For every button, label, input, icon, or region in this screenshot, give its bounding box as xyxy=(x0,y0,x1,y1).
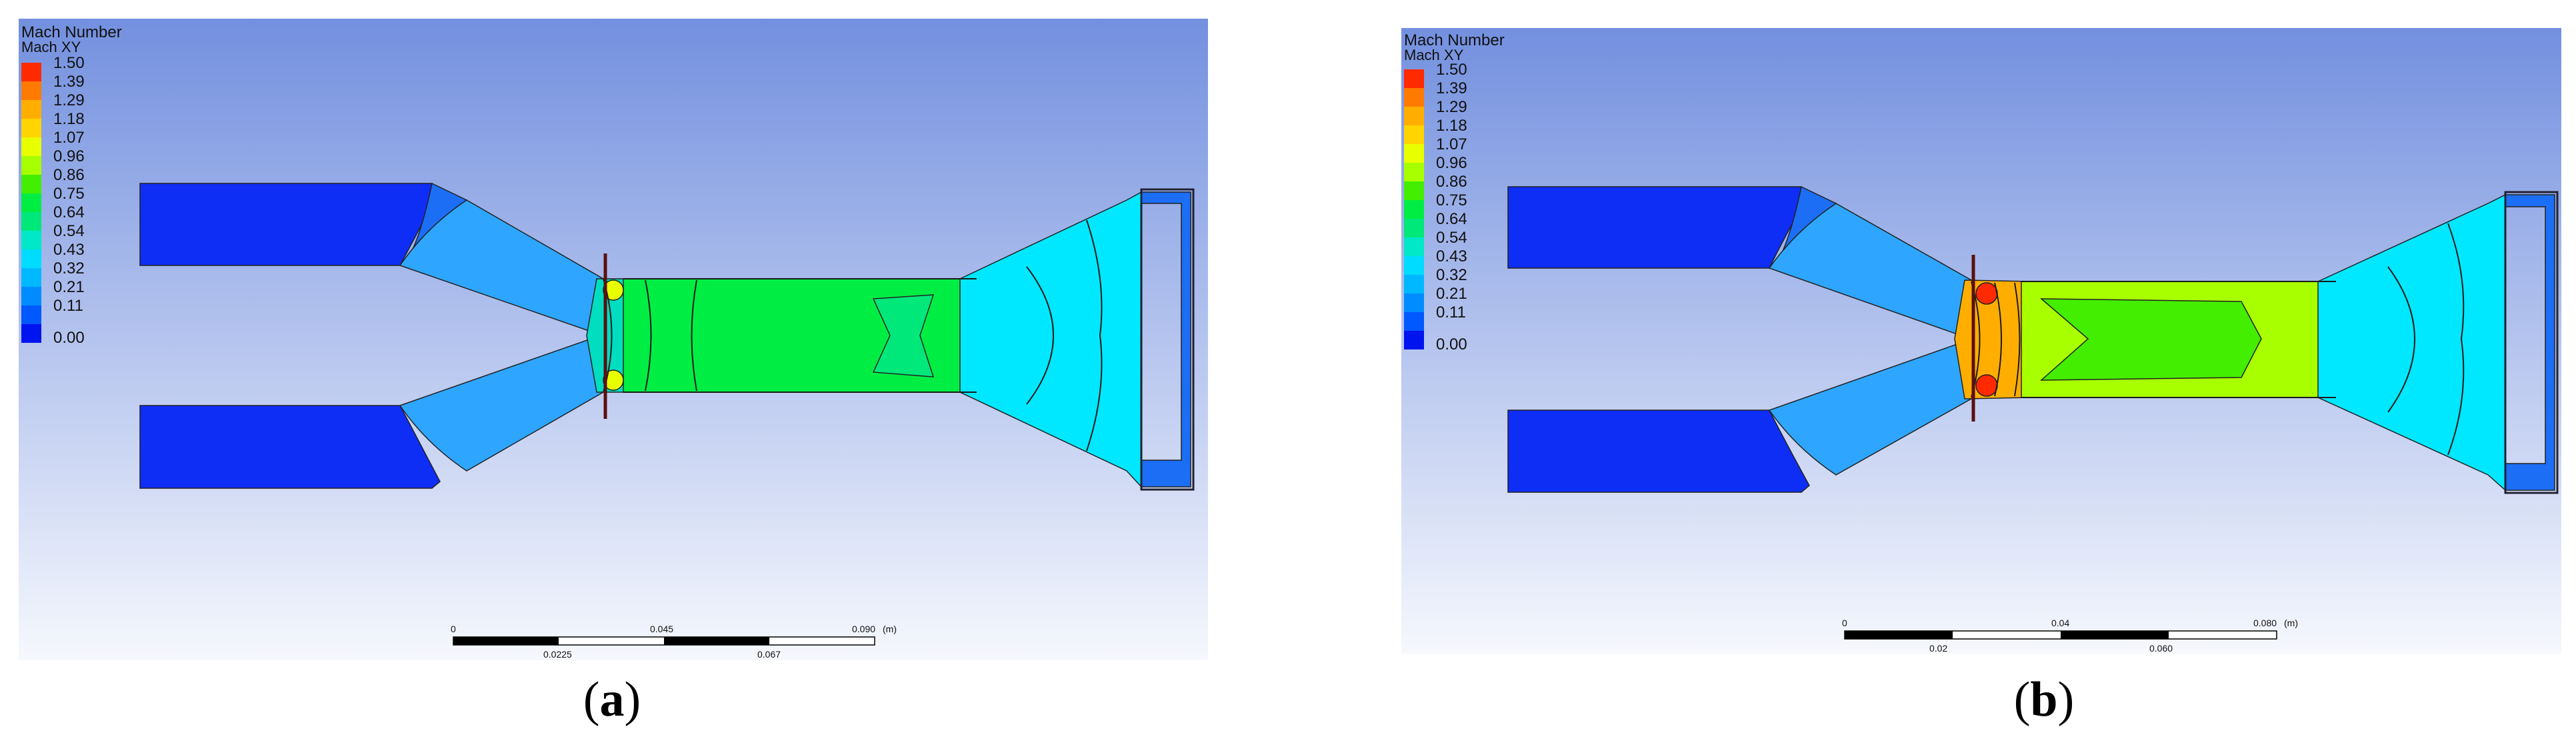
panel-caption-b: (b) xyxy=(2013,672,2075,727)
legend-swatch xyxy=(1404,107,1424,125)
legend-value-label: 1.50 xyxy=(1436,61,1467,79)
legend-swatch xyxy=(1404,125,1424,144)
legend-value-label: 0.54 xyxy=(53,222,85,240)
legend-swatch xyxy=(1404,237,1424,256)
legend-colorbar xyxy=(1404,69,1424,349)
legend-swatch xyxy=(21,287,41,305)
legend-swatch xyxy=(21,193,41,212)
legend-value-label: 0.64 xyxy=(1436,210,1467,228)
legend-swatch xyxy=(21,156,41,175)
scale-unit: (m) xyxy=(883,624,897,634)
panel-caption-a: (a) xyxy=(583,672,641,727)
legend-value-label: 1.39 xyxy=(53,73,85,91)
scale-label-top-0: 0 xyxy=(451,624,456,634)
legend-value-label: 0.32 xyxy=(1436,266,1467,284)
legend-value-label: 0.96 xyxy=(1436,154,1467,172)
legend-value-label: 0.21 xyxy=(1436,285,1467,303)
scale-unit: (m) xyxy=(2284,618,2298,628)
contour-plot-a: Mach Number Mach XY 1.501.391.291.181.07… xyxy=(19,19,1208,660)
legend-swatch xyxy=(21,212,41,231)
legend-value-label: 0.75 xyxy=(1436,191,1467,209)
scale-label-top-2: 0.090 xyxy=(852,624,875,634)
legend-value-label: 0.54 xyxy=(1436,229,1467,247)
legend-value-label: 1.39 xyxy=(1436,79,1467,97)
lower-inlet xyxy=(1507,410,1810,493)
legend-value-label: 0.32 xyxy=(53,259,85,277)
scale-label-bottom-0: 0.0225 xyxy=(543,649,572,660)
legend-value-label: 0.75 xyxy=(53,185,85,203)
legend-subtitle: Mach XY xyxy=(21,39,81,55)
lower-inlet xyxy=(139,405,441,489)
legend-swatch xyxy=(21,175,41,193)
legend-swatch xyxy=(21,119,41,137)
legend-value-label: 1.18 xyxy=(1436,117,1467,135)
outlet-wall xyxy=(2504,191,2559,494)
scale-label-bottom-0: 0.02 xyxy=(1929,643,1947,654)
legend-colorbar xyxy=(21,63,41,343)
legend-swatch xyxy=(1404,331,1424,349)
legend-swatch xyxy=(1404,275,1424,293)
legend-swatch xyxy=(21,137,41,156)
legend-value-label: 0.11 xyxy=(53,297,83,315)
legend-value-label: 0.64 xyxy=(53,203,85,221)
legend-value-label: 0.43 xyxy=(53,241,85,259)
legend-swatch xyxy=(1404,69,1424,88)
scale-label-top-1: 0.04 xyxy=(2051,618,2069,628)
legend-value-label: 0.00 xyxy=(1436,335,1467,353)
legend-value-label: 1.18 xyxy=(53,110,85,128)
contour-panel-a: Mach Number Mach XY 1.50 1.39 1.29 1.18 1.07… xyxy=(0,0,1288,743)
legend-swatch xyxy=(21,249,41,268)
upper-inlet xyxy=(139,183,441,266)
legend-swatch xyxy=(1404,144,1424,163)
upper-inlet xyxy=(1507,186,1810,269)
legend-swatch xyxy=(21,231,41,249)
legend-swatch xyxy=(1404,219,1424,237)
legend-value-label: 0.86 xyxy=(1436,173,1467,191)
legend-value-label: 0.21 xyxy=(53,278,85,296)
legend-swatch xyxy=(1404,88,1424,107)
outlet-wall xyxy=(1140,188,1195,491)
caption-letter: b xyxy=(2030,672,2058,727)
legend-value-label: 0.86 xyxy=(53,166,85,184)
legend-value-label: 1.29 xyxy=(1436,98,1467,116)
legend-value-label: 1.07 xyxy=(1436,135,1467,153)
legend-swatch xyxy=(1404,163,1424,181)
scale-label-bottom-1: 0.060 xyxy=(2149,643,2173,654)
legend-swatch xyxy=(21,100,41,119)
legend-swatch xyxy=(21,305,41,324)
legend-value-label: 1.29 xyxy=(53,91,85,109)
legend-swatch xyxy=(21,63,41,81)
hotspot-lower xyxy=(1975,374,1998,397)
contour-plot-b: Mach Number Mach XY 1.501.391.291.181.07… xyxy=(1401,28,2561,654)
legend-value-label: 0.00 xyxy=(53,329,85,347)
legend-swatch xyxy=(1404,293,1424,312)
scale-label-top-1: 0.045 xyxy=(650,624,673,634)
scale-label-top-2: 0.080 xyxy=(2253,618,2277,628)
legend-swatch xyxy=(1404,181,1424,200)
hotspot-upper xyxy=(1975,282,1998,305)
legend-swatch xyxy=(21,81,41,100)
scale-label-bottom-1: 0.067 xyxy=(757,649,781,660)
legend-swatch xyxy=(1404,312,1424,331)
legend-value-label: 0.96 xyxy=(53,147,85,165)
contour-panel-b: Mach Number Mach XY 1.50 1.39 1.29 1.18 1.07… xyxy=(1288,0,2576,743)
scale-label-top-0: 0 xyxy=(1842,618,1847,628)
legend-swatch xyxy=(1404,256,1424,275)
legend-swatch xyxy=(21,324,41,343)
legend-value-label: 0.43 xyxy=(1436,247,1467,265)
legend-labels: 1.501.391.291.181.070.960.860.750.640.54… xyxy=(1436,61,1467,353)
legend-swatch xyxy=(21,268,41,287)
legend-value-label: 1.07 xyxy=(53,129,85,147)
legend-labels: 1.501.391.291.181.070.960.860.750.640.54… xyxy=(53,54,85,347)
legend-swatch xyxy=(1404,200,1424,219)
legend-value-label: 1.50 xyxy=(53,54,85,72)
caption-letter: a xyxy=(599,672,625,727)
legend-value-label: 0.11 xyxy=(1436,303,1466,321)
